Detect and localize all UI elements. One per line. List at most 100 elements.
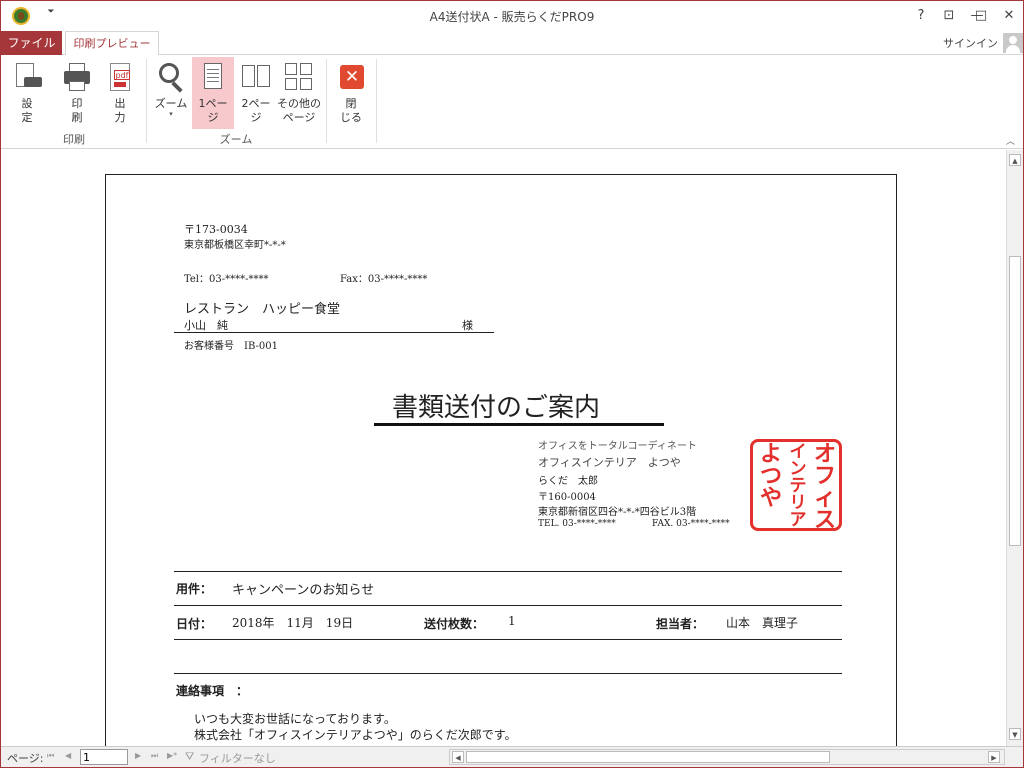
scroll-left-icon[interactable]: ◀ <box>452 751 464 763</box>
preview-area[interactable]: 〒173-0034 東京都板橋区幸町*-*-* Tel：03-****-****… <box>1 150 1006 746</box>
company-tagline: オフィスをトータルコーディネート <box>538 441 697 452</box>
company-seal-stamp: オフィス インテリア よつや <box>750 439 842 533</box>
other-pages-label-2: ページ <box>282 111 316 124</box>
ribbon-tabs: ファイル 印刷プレビュー サインイン <box>1 31 1023 56</box>
page-number-input[interactable] <box>80 749 128 765</box>
setup-label-1: 設 <box>21 97 33 110</box>
stamp-column-2: インテリア <box>789 442 807 530</box>
single-page-icon <box>198 61 228 93</box>
other-pages-button[interactable]: その他の ページ <box>277 57 321 129</box>
sender-address: 東京都板橋区幸町*-*-* <box>184 240 286 251</box>
maximize-button[interactable]: □ <box>967 5 995 27</box>
print-label-2: 刷 <box>71 111 83 124</box>
title-underline <box>374 423 664 426</box>
two-page-label-2: ジ <box>250 111 262 124</box>
one-page-label-1: 1ペー <box>198 97 228 110</box>
zoom-group-label: ズーム <box>219 133 253 146</box>
company-postal: 〒160-0004 <box>538 492 596 503</box>
vertical-scroll-thumb[interactable] <box>1009 256 1021 546</box>
filter-status[interactable]: フィルターなし <box>199 750 276 766</box>
recipient-honorific: 様 <box>462 319 473 332</box>
staff-value: 山本 真理子 <box>726 616 799 630</box>
close-label-2: じる <box>340 111 362 124</box>
user-avatar-icon[interactable] <box>1003 33 1023 53</box>
next-page-icon[interactable]: ▶ <box>135 751 141 760</box>
zoom-button[interactable]: ズーム ▾ <box>151 57 191 129</box>
horizontal-scrollbar[interactable]: ◀ ▶ <box>449 749 1005 765</box>
record-navigation-bar: ページ: ⏮ ◀ ▶ ⏭ ▶* ⛛ フィルターなし ◀ ▶ <box>1 746 1023 767</box>
sender-postal: 〒173-0034 <box>184 223 248 236</box>
app-window: ⏷ A4送付状A - 販売らくだPRO9 ? ⊡ — □ ✕ ファイル 印刷プレ… <box>0 0 1024 768</box>
two-page-icon <box>241 61 271 93</box>
print-group-label: 印刷 <box>63 133 85 146</box>
sender-fax: Fax：03-****-**** <box>340 274 428 285</box>
notes-line-2: 株式会社「オフィスインテリアよつや」のらくだ次郎です。 <box>194 728 517 742</box>
print-label-1: 印 <box>71 97 83 110</box>
date-value: 2018年 11月 19日 <box>232 616 354 630</box>
stamp-column-3: よつや <box>759 442 782 511</box>
zoom-label: ズーム <box>154 97 188 110</box>
output-label-2: 力 <box>114 111 126 124</box>
subject-value: キャンペーンのお知らせ <box>232 583 375 598</box>
collapse-ribbon-icon[interactable]: ︿ <box>1006 134 1015 147</box>
filter-icon: ⛛ <box>185 750 195 763</box>
printer-icon <box>62 61 92 93</box>
close-preview-icon: ✕ <box>336 61 366 93</box>
ribbon-display-icon[interactable]: ⊡ <box>935 5 963 27</box>
multi-page-icon <box>284 61 314 93</box>
magnifier-icon <box>156 61 186 93</box>
zoom-dropdown-icon: ▾ <box>169 110 173 118</box>
pages-label: 送付枚数： <box>424 617 485 631</box>
notes-line-1: いつも大変お世話になっております。 <box>194 712 396 726</box>
two-page-label-1: 2ペー <box>241 97 271 110</box>
first-page-icon[interactable]: ⏮ <box>47 751 54 761</box>
sender-person: らくだ 太郎 <box>538 476 598 487</box>
title-bar: ⏷ A4送付状A - 販売らくだPRO9 ? ⊡ — □ ✕ <box>1 1 1023 31</box>
tab-file[interactable]: ファイル <box>1 31 62 55</box>
date-label: 日付： <box>176 617 213 631</box>
recipient-company: レストラン ハッピー食堂 <box>184 302 341 317</box>
one-page-button[interactable]: 1ペー ジ <box>192 57 234 129</box>
horizontal-scroll-thumb[interactable] <box>466 751 830 763</box>
customer-number: お客様番号 IB-001 <box>184 341 278 352</box>
previous-page-icon[interactable]: ◀ <box>65 751 71 760</box>
last-page-icon[interactable]: ⏭ <box>151 751 158 761</box>
close-label-1: 閉 <box>345 97 357 110</box>
ribbon: 設 定 印 刷 pdf 出 力 印刷 ズーム ▾ 1ペー ジ 2ペー ジ その他… <box>1 55 1023 149</box>
help-button[interactable]: ? <box>907 5 935 27</box>
document-title: 書類送付のご案内 <box>392 393 601 423</box>
recipient-name: 小山 純 <box>184 319 228 332</box>
scroll-down-icon[interactable]: ▼ <box>1009 728 1021 740</box>
sender-tel: Tel：03-****-**** <box>184 274 269 285</box>
vertical-scrollbar[interactable]: ▲ ▼ <box>1006 150 1023 746</box>
two-page-button[interactable]: 2ペー ジ <box>236 57 276 129</box>
subject-label: 用件： <box>176 582 213 596</box>
company-address: 東京都新宿区四谷*-*-*四谷ビル3階 <box>538 507 697 518</box>
company-tel: TEL. 03-****-**** <box>538 519 616 529</box>
pdf-tag: pdf <box>114 70 130 80</box>
document-page: 〒173-0034 東京都板橋区幸町*-*-* Tel：03-****-****… <box>105 174 897 746</box>
recipient-underline <box>174 332 494 333</box>
output-button[interactable]: pdf 出 力 <box>100 57 140 129</box>
setup-label-2: 定 <box>21 111 33 124</box>
tab-print-preview[interactable]: 印刷プレビュー <box>65 31 159 56</box>
print-button[interactable]: 印 刷 <box>57 57 97 129</box>
close-preview-button[interactable]: ✕ 閉 じる <box>331 57 371 129</box>
stamp-column-1: オフィス <box>813 442 836 533</box>
output-label-1: 出 <box>114 97 126 110</box>
scroll-right-icon[interactable]: ▶ <box>988 751 1000 763</box>
company-fax: FAX. 03-****-**** <box>652 519 730 529</box>
close-window-button[interactable]: ✕ <box>995 5 1023 27</box>
notes-label: 連絡事項 ： <box>176 684 249 698</box>
page-setup-icon <box>12 61 42 93</box>
staff-label: 担当者： <box>656 617 705 631</box>
other-pages-label-1: その他の <box>277 97 321 110</box>
company-name: オフィスインテリア よつや <box>538 456 681 469</box>
page-nav-label: ページ: <box>7 752 44 765</box>
pdf-output-icon: pdf <box>105 61 135 93</box>
signin-link[interactable]: サインイン <box>943 35 998 51</box>
setup-button[interactable]: 設 定 <box>7 57 47 129</box>
new-record-icon[interactable]: ▶* <box>167 751 177 760</box>
one-page-label-2: ジ <box>207 111 219 124</box>
scroll-up-icon[interactable]: ▲ <box>1009 154 1021 166</box>
